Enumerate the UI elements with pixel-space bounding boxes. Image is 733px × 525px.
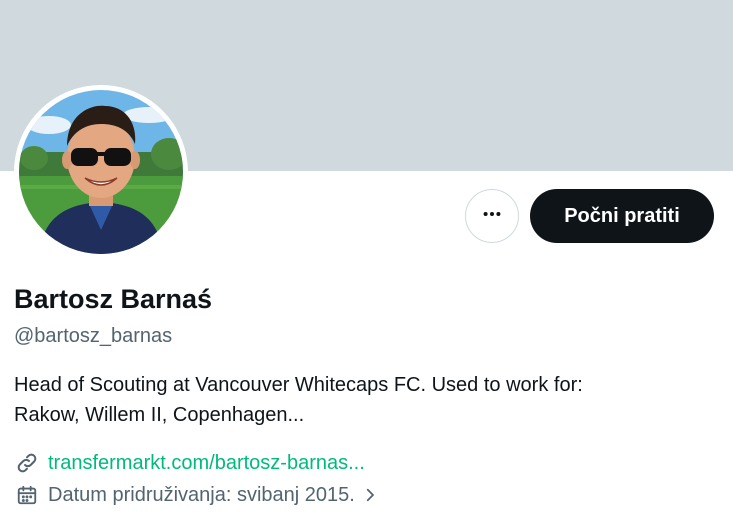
follow-button[interactable]: Počni pratiti <box>530 189 714 243</box>
link-icon <box>14 450 40 476</box>
bio-line: Head of Scouting at Vancouver Whitecaps … <box>14 374 583 396</box>
bio: Head of Scouting at Vancouver Whitecaps … <box>14 370 719 430</box>
more-horizontal-icon <box>481 203 503 230</box>
join-date-row[interactable]: Datum pridruživanja: svibanj 2015. <box>14 482 379 508</box>
more-options-button[interactable] <box>465 189 519 243</box>
handle: @bartosz_barnas <box>14 325 173 347</box>
profile-page: Počni pratiti Bartosz Barnaś @bartosz_ba… <box>0 0 733 525</box>
chevron-right-icon[interactable] <box>361 486 379 504</box>
calendar-icon <box>14 482 40 508</box>
join-date: Datum pridruživanja: svibanj 2015. <box>48 483 355 506</box>
display-name: Bartosz Barnaś <box>14 284 213 314</box>
website-link[interactable]: transfermarkt.com/bartosz-barnas... <box>48 452 365 475</box>
bio-line: Rakow, Willem II, Copenhagen... <box>14 404 305 426</box>
avatar[interactable] <box>14 85 188 259</box>
website-row: transfermarkt.com/bartosz-barnas... <box>14 450 365 476</box>
